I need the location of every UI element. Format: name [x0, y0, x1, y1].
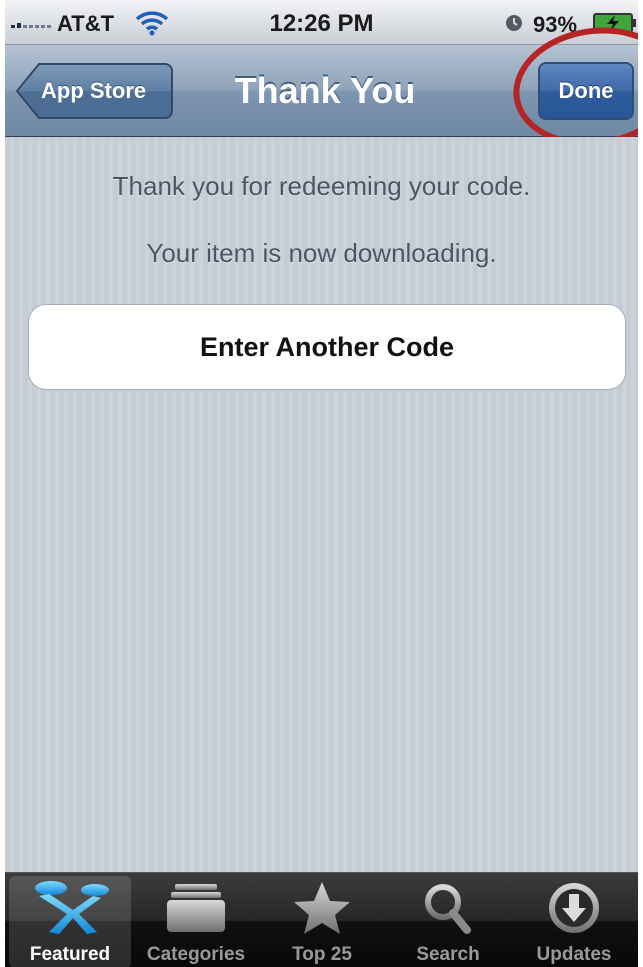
tab-search[interactable]: Search [387, 876, 509, 967]
tab-categories[interactable]: Categories [135, 876, 257, 967]
tab-bar: Featured Categories Top 25 Search Update… [5, 872, 638, 967]
back-button-app-store[interactable]: App Store [15, 62, 173, 120]
tab-label: Categories [146, 944, 246, 965]
tab-label: Top 25 [292, 944, 352, 965]
phone-screen: AT&T 12:26 PM 93% App Store Thank You Do… [5, 0, 638, 967]
download-status-message: Your item is now downloading. [146, 238, 497, 268]
thank-you-message: Thank you for redeeming your code. [112, 171, 531, 201]
star-icon [294, 882, 350, 934]
tab-top-25[interactable]: Top 25 [261, 876, 383, 967]
back-button-label: App Store [41, 78, 147, 103]
updates-icon [549, 883, 599, 933]
tab-featured[interactable]: Featured [9, 876, 131, 967]
status-bar: AT&T 12:26 PM 93% [5, 0, 638, 45]
categories-icon [167, 884, 225, 932]
tab-label: Updates [536, 944, 612, 965]
search-icon [425, 884, 471, 934]
page-title: Thank You [234, 70, 416, 111]
tab-label: Search [416, 944, 480, 965]
enter-another-code-button[interactable]: Enter Another Code [28, 304, 626, 390]
main-content: Thank you for redeeming your code. Your … [5, 137, 638, 872]
tab-label: Featured [29, 944, 111, 965]
featured-icon [35, 881, 109, 934]
orientation-lock-icon [506, 15, 522, 31]
tab-updates[interactable]: Updates [513, 876, 635, 967]
